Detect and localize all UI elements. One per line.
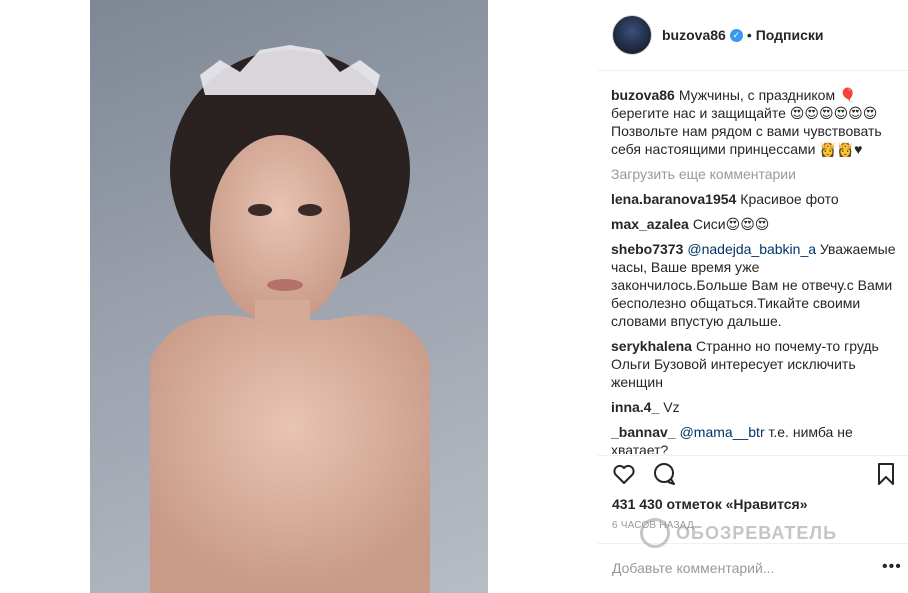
separator-dot: • (746, 27, 752, 43)
watermark-logo-icon (640, 518, 670, 548)
verified-badge-icon: ✓ (729, 28, 743, 42)
comment-mention[interactable]: @mama__btr (680, 424, 765, 440)
comment-item: serykhalena Странно но почему-то грудь Ол… (611, 337, 899, 391)
header-username[interactable]: buzova86 (662, 27, 726, 43)
caption: buzova86 Мужчины, с праздником 🎈 берегите… (611, 86, 899, 158)
heart-icon[interactable] (612, 462, 636, 486)
add-comment-input[interactable]: Добавьте комментарий... (612, 560, 774, 576)
portrait-image (150, 45, 430, 593)
more-options-icon[interactable]: ••• (882, 558, 902, 576)
caption-username[interactable]: buzova86 (611, 87, 675, 103)
post-sidebar: buzova86 ✓ • Подписки buzova86 Мужчины, с… (598, 0, 908, 593)
actions-divider (598, 455, 908, 456)
comment-username[interactable]: max_azalea (611, 216, 689, 232)
comment-text: Vz (663, 399, 680, 415)
bookmark-icon[interactable] (874, 462, 898, 486)
post-header: buzova86 ✓ • Подписки (612, 15, 824, 55)
comment-item: inna.4_ Vz (611, 398, 899, 416)
comment-username[interactable]: lena.baranova1954 (611, 191, 736, 207)
post-actions (612, 462, 897, 486)
comment-item: shebo7373 @nadejda_babkin_a Уважаемые час… (611, 240, 899, 330)
likes-count[interactable]: 431 430 отметок «Нравится» (612, 496, 808, 512)
avatar[interactable] (612, 15, 652, 55)
comment-item: max_azalea Сиси😍😍😍 (611, 215, 899, 233)
watermark-text: ОБОЗРЕВАТЕЛЬ (676, 522, 838, 543)
comment-mention[interactable]: @nadejda_babkin_a (687, 241, 816, 257)
comment-text: Красивое фото (740, 191, 839, 207)
post-photo[interactable] (90, 0, 488, 593)
comment-item: _bannav_ @mama__btr т.е. нимба не хватает… (611, 423, 899, 454)
comments-list: buzova86 Мужчины, с праздником 🎈 берегите… (611, 86, 899, 454)
watermark: ОБОЗРЕВАТЕЛЬ (640, 516, 837, 550)
follow-button[interactable]: Подписки (756, 27, 824, 43)
comment-icon[interactable] (652, 462, 676, 486)
comment-username[interactable]: _bannav_ (611, 424, 676, 440)
comment-username[interactable]: inna.4_ (611, 399, 659, 415)
header-divider (598, 70, 908, 71)
comment-text: Сиси😍😍😍 (692, 216, 770, 232)
load-more-comments[interactable]: Загрузить еще комментарии (611, 165, 899, 183)
comment-username[interactable]: serykhalena (611, 338, 692, 354)
comment-username[interactable]: shebo7373 (611, 241, 683, 257)
comment-item: lena.baranova1954 Красивое фото (611, 190, 899, 208)
